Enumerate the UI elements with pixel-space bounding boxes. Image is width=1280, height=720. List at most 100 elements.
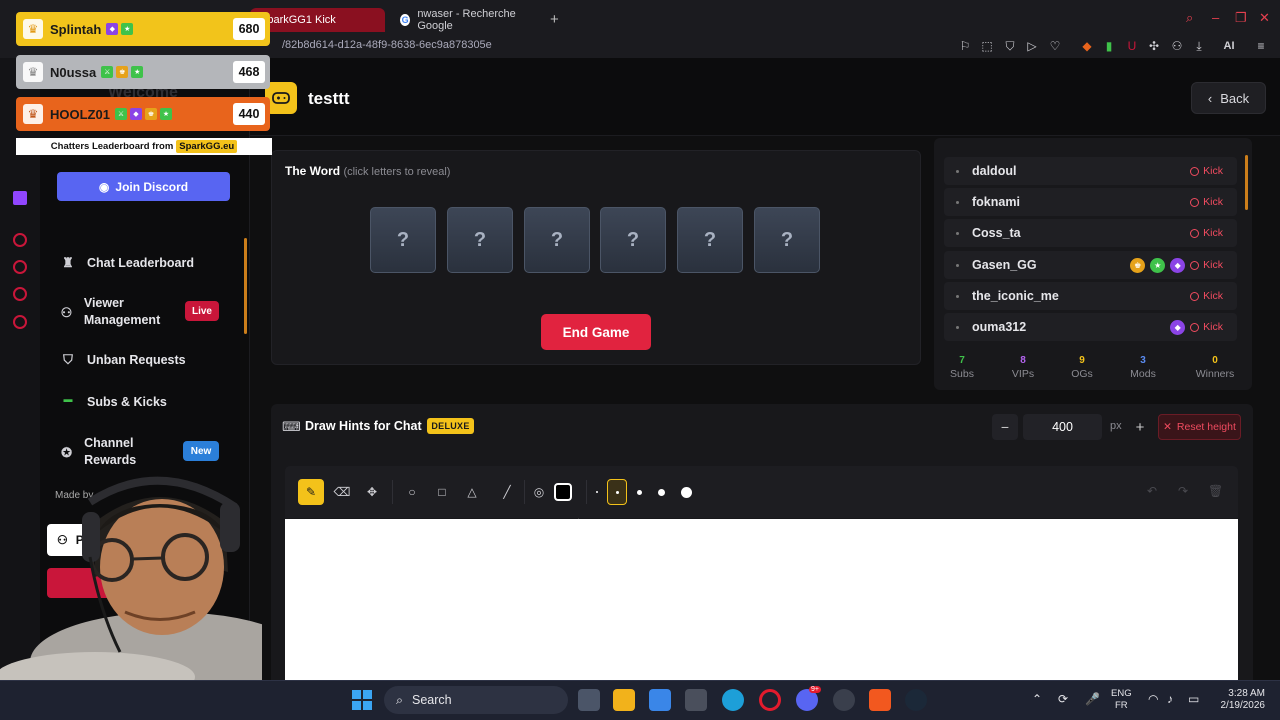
leaderboard-row-1: ♛ Splintah ◆ ★ 680	[16, 12, 270, 46]
kick-button[interactable]: Kick	[1190, 259, 1223, 271]
kick-button[interactable]: Kick	[1190, 321, 1223, 333]
restore-button[interactable]: ❐	[1235, 10, 1247, 26]
puzzle-icon[interactable]	[13, 287, 27, 301]
shield-icon[interactable]: ⛉	[1003, 39, 1017, 53]
leaderboard-points: 440	[233, 103, 265, 125]
screenshot-icon[interactable]: ⬚	[980, 39, 994, 53]
award-icon: ✪	[61, 445, 72, 460]
sidebar-scrollbar[interactable]	[244, 238, 247, 334]
profile-icon[interactable]: ⚇	[1170, 39, 1184, 53]
back-button[interactable]: ‹ Back	[1191, 82, 1266, 114]
move-tool-icon[interactable]: ✥	[359, 479, 385, 505]
windows-start-button[interactable]	[352, 690, 372, 710]
steam-icon[interactable]	[905, 689, 927, 711]
redo-icon[interactable]: ↷	[1178, 484, 1188, 498]
extension-icon[interactable]: ◆	[1080, 39, 1094, 53]
eraser-tool-icon[interactable]: ⌫	[329, 479, 355, 505]
twitch-icon[interactable]	[13, 191, 27, 205]
settings-icon[interactable]	[13, 315, 27, 329]
new-tab-button[interactable]: +	[550, 11, 559, 28]
drawing-canvas[interactable]	[285, 519, 1238, 694]
decrease-height-button[interactable]: −	[992, 414, 1018, 440]
users-scrollbar[interactable]	[1245, 155, 1248, 210]
task-view-icon[interactable]	[578, 689, 600, 711]
crown-icon: ♛	[23, 104, 43, 124]
letter-tile[interactable]: ?	[524, 207, 590, 273]
time: 3:28 AM	[1228, 688, 1265, 699]
brush-size-xl[interactable]	[673, 479, 699, 505]
app-icon[interactable]	[833, 689, 855, 711]
battery-icon[interactable]: ▭	[1188, 692, 1199, 706]
tab-active[interactable]: SparkGG1 Kick	[250, 8, 385, 32]
increase-height-button[interactable]: +	[1127, 414, 1153, 440]
extension-icon[interactable]: U	[1125, 39, 1139, 53]
tab-google-search[interactable]: Gnwaser - Recherche Google	[390, 8, 545, 32]
sync-icon[interactable]: ⟳	[1058, 692, 1068, 706]
kick-button[interactable]: Kick	[1190, 165, 1223, 177]
back-label: Back	[1220, 90, 1250, 106]
store-icon[interactable]	[649, 689, 671, 711]
unit-label: px	[1110, 420, 1122, 432]
language-indicator[interactable]: ENG FR	[1111, 688, 1132, 712]
line-tool-icon[interactable]: ╱	[494, 479, 520, 505]
trash-icon[interactable]: 🗑	[1208, 484, 1223, 498]
kick-button[interactable]: Kick	[1190, 290, 1223, 302]
minimize-button[interactable]: –	[1212, 10, 1219, 25]
leaderboard-points: 680	[233, 18, 265, 40]
download-icon[interactable]: ⤓	[1192, 39, 1206, 53]
volume-icon[interactable]: ♪	[1167, 692, 1173, 706]
color-swatch[interactable]	[550, 479, 576, 505]
webcam-overlay	[0, 462, 262, 680]
join-discord-button[interactable]: ◉ Join Discord	[57, 172, 230, 201]
letter-tile[interactable]: ?	[677, 207, 743, 273]
pencil-tool-icon[interactable]: ✎	[298, 479, 324, 505]
menu-icon[interactable]: ≡	[1254, 39, 1268, 53]
tab-label: SparkGG1 Kick	[260, 14, 336, 26]
kick-button[interactable]: Kick	[1190, 227, 1223, 239]
bookmark-icon[interactable]: ⚐	[958, 39, 972, 53]
microphone-icon[interactable]: 🎤	[1085, 692, 1100, 706]
letter-tile[interactable]: ?	[447, 207, 513, 273]
palette-icon[interactable]: ◎	[526, 479, 552, 505]
trophy-icon: ♜	[62, 255, 74, 270]
app-icon[interactable]	[685, 689, 707, 711]
reset-height-button[interactable]: ✕ Reset height	[1158, 414, 1241, 440]
sidebar-item-chat-leaderboard[interactable]: ♜ Chat Leaderboard	[60, 255, 240, 271]
clock[interactable]: 3:28 AM 2/19/2026	[1213, 688, 1266, 712]
taskbar-search[interactable]: ⌕ Search	[384, 686, 568, 714]
brave-icon[interactable]	[869, 689, 891, 711]
brush-size-l[interactable]	[648, 479, 674, 505]
url-text[interactable]: /82b8d614-d12a-48f9-8638-6ec9a878305e	[282, 39, 492, 51]
sidebar-item-subs-kicks[interactable]: ▬ Subs & Kicks	[60, 394, 240, 410]
undo-icon[interactable]: ↶	[1147, 484, 1157, 498]
rectangle-tool-icon[interactable]: □	[429, 479, 455, 505]
ai-label: AI	[1223, 40, 1235, 52]
kick-button[interactable]: Kick	[1190, 196, 1223, 208]
clock-icon[interactable]	[13, 260, 27, 274]
kick-label: Kick	[1203, 165, 1223, 177]
height-input[interactable]: 400	[1023, 414, 1102, 440]
letter-tile[interactable]: ?	[370, 207, 436, 273]
chevron-up-icon[interactable]: ⌃	[1032, 692, 1042, 706]
opera-icon[interactable]	[759, 689, 781, 711]
search-icon[interactable]: ⌕	[1186, 10, 1193, 26]
letter-tile[interactable]: ?	[754, 207, 820, 273]
ai-button[interactable]: AI	[1215, 39, 1243, 53]
record-icon[interactable]	[13, 233, 27, 247]
brush-size-s[interactable]	[607, 479, 627, 505]
crown-icon: ♛	[23, 19, 43, 39]
triangle-tool-icon[interactable]: △	[459, 479, 485, 505]
file-explorer-icon[interactable]	[613, 689, 635, 711]
wifi-icon[interactable]: ◠	[1148, 692, 1158, 706]
circle-tool-icon[interactable]: ○	[399, 479, 425, 505]
sidebar-item-viewer-management[interactable]: ⚇ Viewer Management	[60, 295, 180, 329]
sidebar-item-unban-requests[interactable]: ⛉ Unban Requests	[60, 352, 240, 368]
heart-icon[interactable]: ♡	[1048, 39, 1062, 53]
letter-tile[interactable]: ?	[600, 207, 666, 273]
close-button[interactable]: ✕	[1259, 10, 1270, 26]
extension-icon[interactable]: ▮	[1102, 39, 1116, 53]
end-game-button[interactable]: End Game	[541, 314, 651, 350]
puzzle-icon[interactable]: ✣	[1147, 39, 1161, 53]
edge-icon[interactable]	[722, 689, 744, 711]
play-icon[interactable]: ▷	[1025, 39, 1039, 53]
